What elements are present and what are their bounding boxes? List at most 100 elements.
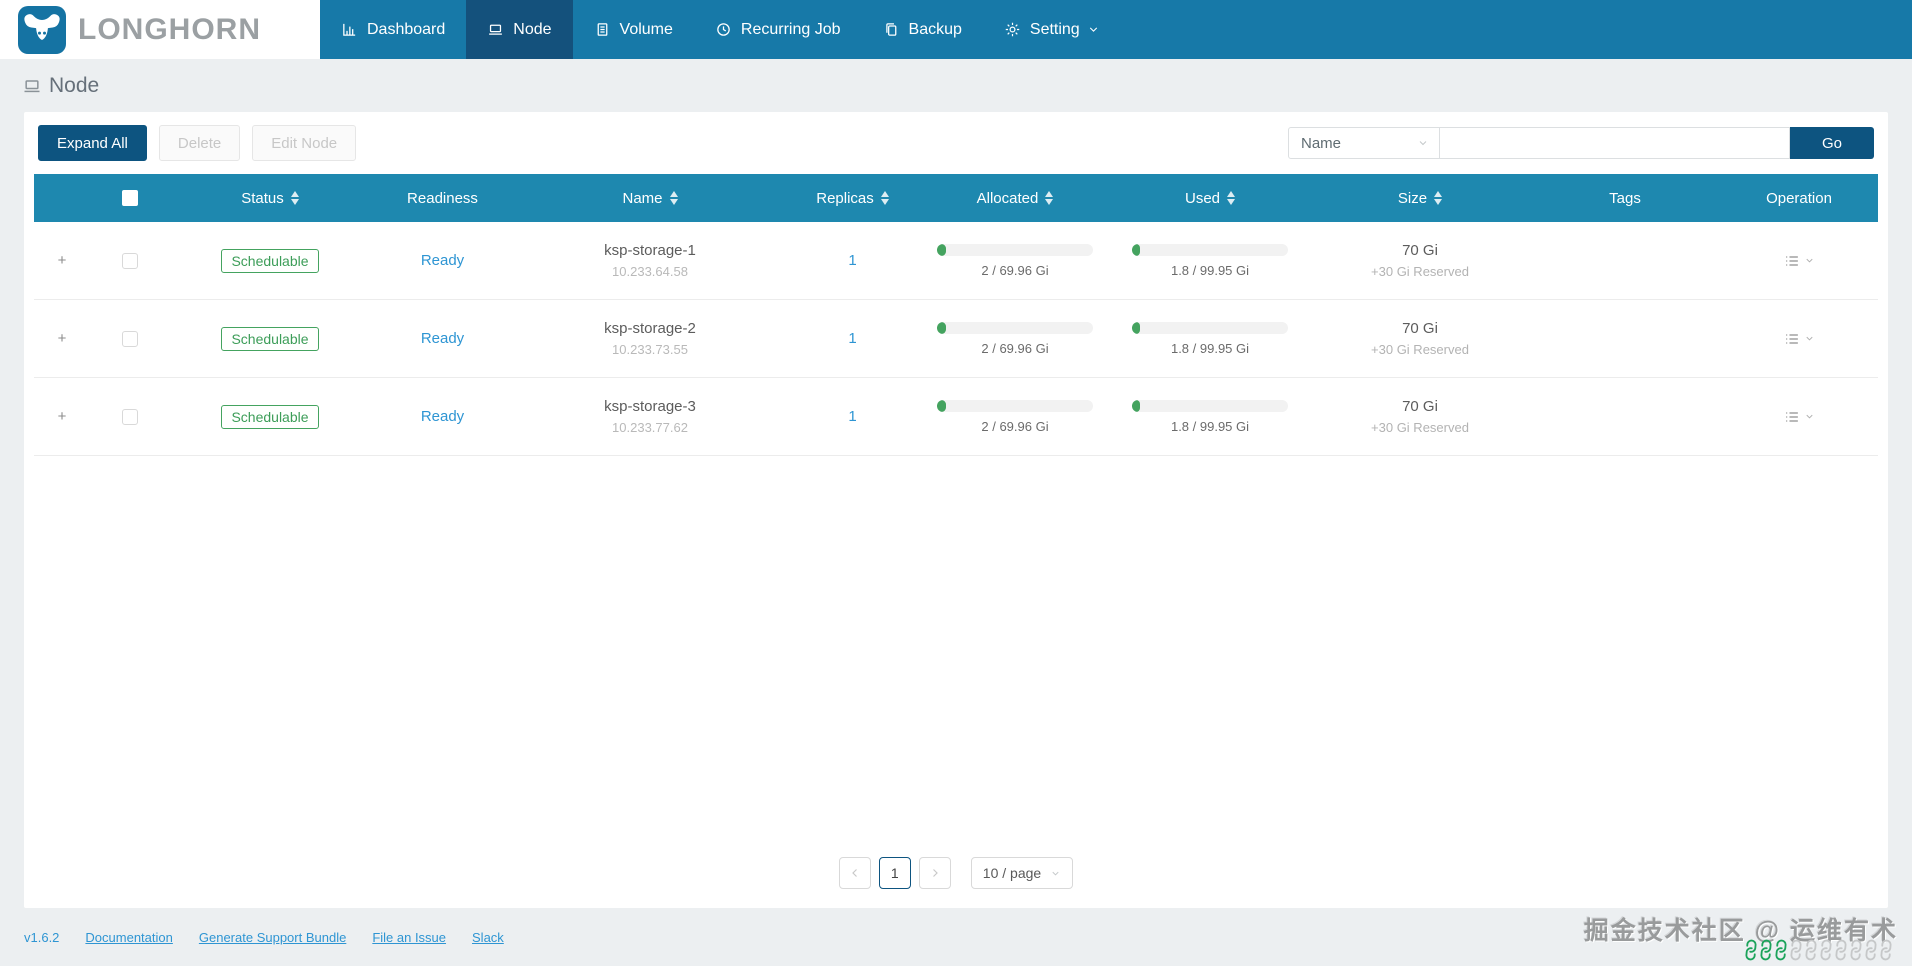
chevron-down-icon <box>1804 411 1815 422</box>
size-value: 70 Gi <box>1402 398 1438 415</box>
chevron-down-icon <box>1052 871 1059 876</box>
caret-down-icon <box>1434 199 1443 205</box>
filter-field-select[interactable]: Name <box>1288 127 1440 159</box>
row-checkbox[interactable] <box>122 330 138 347</box>
setting-icon <box>1004 21 1021 38</box>
node-name: ksp-storage-3 <box>604 398 696 415</box>
go-button[interactable]: Go <box>1790 127 1874 159</box>
size-reserved-note: +30 Gi Reserved <box>1371 420 1469 435</box>
replicas-cell: 1 <box>785 252 920 269</box>
status-cell: Schedulable <box>170 404 370 429</box>
sorter-icon[interactable] <box>1227 191 1236 205</box>
page-title-bar: Node <box>0 59 1912 112</box>
alloc-progress-fill <box>937 321 947 334</box>
delete-button[interactable]: Delete <box>158 125 241 161</box>
size-reserved-note: +30 Gi Reserved <box>1371 342 1469 357</box>
expand-row-button[interactable]: + <box>58 408 67 425</box>
alloc-label: 2 / 69.96 Gi <box>981 262 1049 278</box>
size-cell: 70 Gi +30 Gi Reserved <box>1310 320 1530 357</box>
pagination-next-button[interactable] <box>918 857 951 889</box>
sorter-icon[interactable] <box>1045 191 1054 205</box>
footer-link-file-an-issue[interactable]: File an Issue <box>372 930 446 945</box>
column-header-replicas[interactable]: Replicas <box>785 190 920 207</box>
caret-down-icon <box>669 199 678 205</box>
size-cell: 70 Gi +30 Gi Reserved <box>1310 398 1530 435</box>
nav-item-label: Recurring Job <box>740 20 841 38</box>
used-label: 1.8 / 99.95 Gi <box>1170 262 1250 278</box>
caret-up-icon <box>290 191 299 197</box>
operation-menu-button[interactable] <box>1784 409 1815 425</box>
pagination-prev-button[interactable] <box>838 857 871 889</box>
column-header-label: Operation <box>1766 189 1832 207</box>
operation-cell <box>1720 331 1878 347</box>
edit-node-button[interactable]: Edit Node <box>252 125 357 161</box>
footer-link-documentation[interactable]: Documentation <box>85 930 172 945</box>
footer-link-generate-support-bundle[interactable]: Generate Support Bundle <box>199 930 346 945</box>
readiness-link[interactable]: Ready <box>421 252 464 269</box>
column-header-name[interactable]: Name <box>515 190 785 207</box>
chevron-left-icon <box>851 869 857 877</box>
page-size-value: 10 / page <box>982 865 1042 881</box>
replicas-link[interactable]: 1 <box>848 330 856 347</box>
node-ip: 10.233.73.55 <box>612 342 688 357</box>
expand-row-button[interactable]: + <box>58 330 67 347</box>
content-area: Expand All Delete Edit Node Name Go Stat… <box>0 112 1912 908</box>
checkbox-cell <box>90 330 170 347</box>
alloc-progress-bar <box>937 399 1093 412</box>
footer-link-slack[interactable]: Slack <box>472 930 504 945</box>
used-cell: 1.8 / 99.95 Gi <box>1110 321 1310 356</box>
operation-menu-button[interactable] <box>1784 331 1815 347</box>
chevron-down-icon <box>1804 255 1815 266</box>
link-icon <box>1876 939 1896 961</box>
nav-item-dashboard[interactable]: Dashboard <box>320 0 466 59</box>
table-row: + Schedulable Ready ksp-storage-2 10.233.73.… <box>34 300 1878 378</box>
row-checkbox[interactable] <box>122 252 138 269</box>
list-icon <box>1784 253 1800 269</box>
column-header-used[interactable]: Used <box>1110 190 1310 207</box>
readiness-link[interactable]: Ready <box>421 408 464 425</box>
select-all-checkbox[interactable] <box>122 190 138 206</box>
nav-item-node[interactable]: Node <box>466 0 573 59</box>
readiness-link[interactable]: Ready <box>421 330 464 347</box>
column-header-status[interactable]: Status <box>170 190 370 207</box>
column-header-readiness: Readiness <box>370 190 515 207</box>
chevron-down-icon <box>1419 141 1427 146</box>
chevron-down-icon <box>1089 23 1100 36</box>
expand-row-button[interactable]: + <box>58 252 67 269</box>
replicas-link[interactable]: 1 <box>848 252 856 269</box>
replicas-cell: 1 <box>785 330 920 347</box>
sorter-icon[interactable] <box>669 191 678 205</box>
footer: v1.6.2 Documentation Generate Support Bun… <box>0 908 1912 966</box>
used-cell: 1.8 / 99.95 Gi <box>1110 399 1310 434</box>
sorter-icon[interactable] <box>880 191 889 205</box>
node-name: ksp-storage-2 <box>604 320 696 337</box>
nav-item-label: Dashboard <box>367 20 446 38</box>
status-cell: Schedulable <box>170 326 370 351</box>
caret-up-icon <box>1227 191 1236 197</box>
column-header-size[interactable]: Size <box>1310 190 1530 207</box>
replicas-link[interactable]: 1 <box>848 408 856 425</box>
row-checkbox[interactable] <box>122 408 138 425</box>
nav-item-recurring-job[interactable]: Recurring Job <box>694 0 862 59</box>
nav-item-setting[interactable]: Setting <box>983 0 1121 59</box>
caret-up-icon <box>880 191 889 197</box>
used-progress-fill <box>1132 243 1140 256</box>
page-size-select[interactable]: 10 / page <box>970 857 1074 889</box>
alloc-progress-fill <box>937 399 947 412</box>
pagination-page-1[interactable]: 1 <box>878 857 911 889</box>
alloc-cell: 2 / 69.96 Gi <box>920 321 1110 356</box>
sorter-icon[interactable] <box>1434 191 1443 205</box>
column-header-allocated[interactable]: Allocated <box>920 190 1110 207</box>
nav-item-volume[interactable]: Volume <box>573 0 694 59</box>
operation-menu-button[interactable] <box>1784 253 1815 269</box>
column-header-label: Status <box>241 189 284 207</box>
sorter-icon[interactable] <box>290 191 299 205</box>
expand-all-button[interactable]: Expand All <box>38 125 147 161</box>
used-cell: 1.8 / 99.95 Gi <box>1110 243 1310 278</box>
nav-item-label: Node <box>513 20 552 38</box>
expander-cell: + <box>34 408 90 425</box>
search-input[interactable] <box>1440 127 1790 159</box>
column-header-label: Name <box>622 189 663 207</box>
top-navbar: LONGHORN Dashboard Node Volume Recurring Jo… <box>0 0 1912 59</box>
nav-item-backup[interactable]: Backup <box>862 0 983 59</box>
